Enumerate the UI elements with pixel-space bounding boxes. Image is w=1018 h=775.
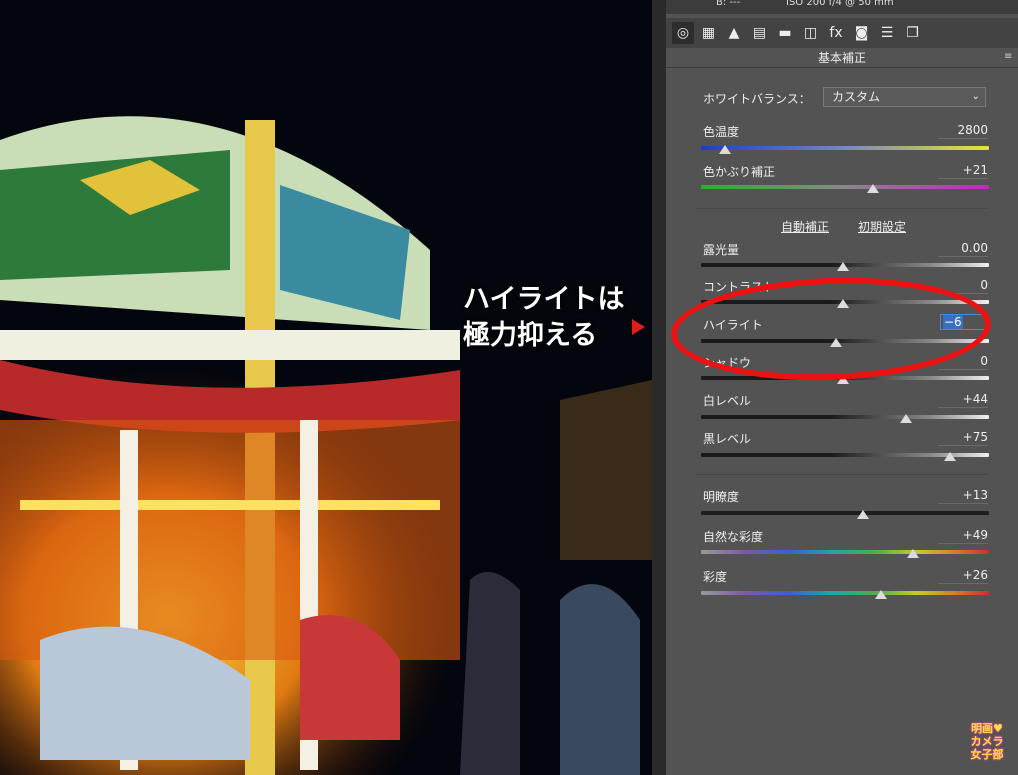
exposure-label: 露光量 — [703, 243, 740, 257]
snapshots-tab-icon[interactable]: ❐ — [902, 22, 924, 44]
divider-line — [696, 474, 988, 475]
saturation-label: 彩度 — [703, 570, 728, 584]
annotation-line-1: ハイライトは — [463, 284, 625, 315]
temperature-label: 色温度 — [703, 125, 740, 139]
basic-tab-icon[interactable]: ◎ — [672, 22, 694, 44]
effects-tab-icon[interactable]: fx — [825, 22, 847, 44]
temperature-slider-thumb[interactable] — [719, 145, 731, 154]
divider-line — [696, 208, 988, 209]
blacks-slider-thumb[interactable] — [944, 452, 956, 461]
tint-value[interactable]: +21 — [938, 163, 988, 179]
logo-line-2: カメラ — [970, 735, 1004, 748]
rgb-readout: B: --- — [716, 0, 741, 8]
hsl-tab-icon[interactable]: ▤ — [749, 22, 771, 44]
whites-value[interactable]: +44 — [938, 392, 988, 408]
clarity-track[interactable] — [701, 511, 989, 515]
white-balance-label: ホワイトバランス： — [703, 92, 811, 106]
presets-tab-icon[interactable]: ☰ — [876, 22, 898, 44]
carousel-photo — [0, 0, 652, 775]
tone-curve-tab-icon[interactable]: ▦ — [698, 22, 720, 44]
panel-tab-bar: ◎ ▦ ▲ ▤ ▬ ◫ fx ◙ ☰ ❐ — [666, 18, 1018, 48]
tint-slider-thumb[interactable] — [867, 184, 879, 193]
saturation-slider-thumb[interactable] — [875, 590, 887, 599]
clarity-label: 明瞭度 — [703, 490, 740, 504]
tint-label: 色かぶり補正 — [703, 165, 776, 179]
auto-button[interactable]: 自動補正 — [781, 218, 829, 235]
logo-line-3: 女子部 — [970, 748, 1004, 761]
blacks-label: 黒レベル — [703, 432, 752, 446]
annotation-arrow-icon — [632, 319, 645, 335]
camera-info-strip: B: --- ISO 200 f/4 @ 50 mm — [666, 0, 1018, 14]
default-button[interactable]: 初期設定 — [858, 218, 906, 235]
whites-slider-thumb[interactable] — [900, 414, 912, 423]
vibrance-track[interactable] — [701, 550, 989, 554]
whites-label: 白レベル — [703, 394, 752, 408]
section-title: 基本補正 — [666, 48, 1018, 68]
logo-line-1: 明画♥ — [971, 722, 1003, 735]
annotation-line-2: 極力抑える — [463, 320, 598, 351]
tint-track[interactable] — [701, 185, 989, 189]
exposure-value[interactable]: 0.00 — [938, 241, 988, 257]
temperature-value[interactable]: 2800 — [938, 123, 988, 139]
watermark-logo: 明画♥ カメラ 女子部 — [962, 722, 1012, 761]
exposure-slider-thumb[interactable] — [837, 262, 849, 271]
chevron-down-icon: ⌄ — [971, 91, 980, 102]
temperature-track[interactable] — [701, 146, 989, 150]
panel-divider — [652, 0, 666, 775]
panel-menu-icon[interactable]: ≡ — [1004, 52, 1016, 62]
saturation-track[interactable] — [701, 591, 989, 595]
camera-calibration-tab-icon[interactable]: ◙ — [851, 22, 873, 44]
split-toning-tab-icon[interactable]: ▬ — [774, 22, 796, 44]
clarity-slider-thumb[interactable] — [857, 510, 869, 519]
white-balance-select[interactable]: カスタム ⌄ — [823, 87, 986, 107]
vibrance-slider-thumb[interactable] — [907, 549, 919, 558]
whites-track[interactable] — [701, 415, 989, 419]
white-balance-value: カスタム — [832, 90, 881, 104]
saturation-value[interactable]: +26 — [938, 568, 988, 584]
lens-corrections-tab-icon[interactable]: ◫ — [800, 22, 822, 44]
vibrance-label: 自然な彩度 — [703, 530, 764, 544]
detail-tab-icon[interactable]: ▲ — [723, 22, 745, 44]
carousel-photo-art — [0, 0, 652, 775]
vibrance-value[interactable]: +49 — [938, 528, 988, 544]
clarity-value[interactable]: +13 — [938, 488, 988, 504]
blacks-value[interactable]: +75 — [938, 430, 988, 446]
exposure-info: ISO 200 f/4 @ 50 mm — [786, 0, 894, 8]
camera-raw-panel: B: --- ISO 200 f/4 @ 50 mm ◎ ▦ ▲ ▤ ▬ ◫ fx ◙ ☰ ❐ 基… — [666, 0, 1018, 775]
